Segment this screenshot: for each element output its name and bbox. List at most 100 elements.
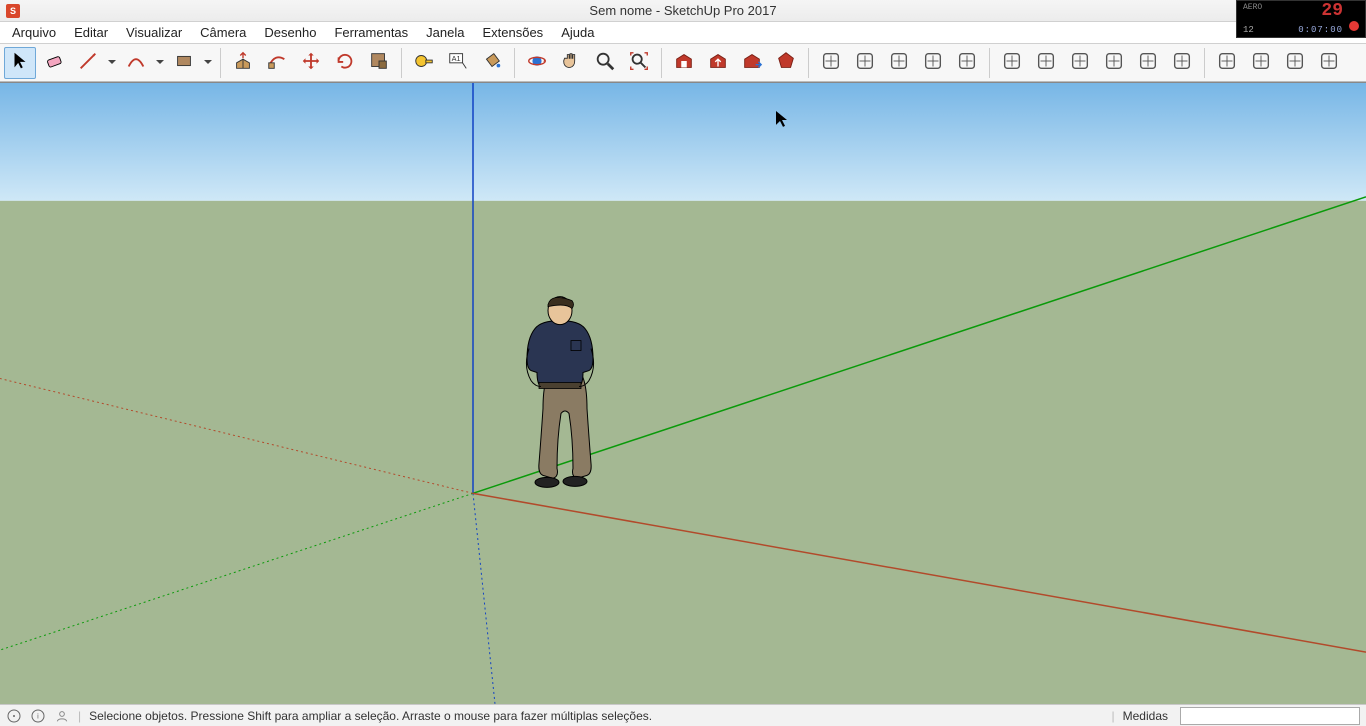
sandbox-contours-tool[interactable] <box>815 47 847 79</box>
menu-ajuda[interactable]: Ajuda <box>553 23 602 42</box>
solid-subtract-tool-icon <box>1103 50 1125 75</box>
move-tool[interactable] <box>295 47 327 79</box>
toolbar-separator <box>401 48 402 78</box>
measurements-label: Medidas <box>1123 709 1168 723</box>
move-tool-icon <box>300 50 322 75</box>
sandbox-drape-tool-icon <box>956 50 978 75</box>
paint-bucket-tool-icon <box>481 50 503 75</box>
rectangle-tool-icon <box>173 50 195 75</box>
followme-tool-icon <box>266 50 288 75</box>
arc-tool-icon <box>125 50 147 75</box>
menu-editar[interactable]: Editar <box>66 23 116 42</box>
rectangle-tool-dropdown[interactable] <box>202 47 214 79</box>
menu-desenho[interactable]: Desenho <box>256 23 324 42</box>
line-tool[interactable] <box>72 47 104 79</box>
sandbox-smoove-tool[interactable] <box>883 47 915 79</box>
solid-union-tool-icon <box>1069 50 1091 75</box>
solid-union-tool[interactable] <box>1064 47 1096 79</box>
select-tool[interactable] <box>4 47 36 79</box>
titlebar: S Sem nome - SketchUp Pro 2017 AERO 29 1… <box>0 0 1366 22</box>
menu-extensoes[interactable]: Extensões <box>474 23 551 42</box>
menu-visualizar[interactable]: Visualizar <box>118 23 190 42</box>
info-icon[interactable] <box>6 708 22 724</box>
scale-tool-icon <box>368 50 390 75</box>
followme-tool[interactable] <box>261 47 293 79</box>
extension-warehouse-tool-icon <box>741 50 763 75</box>
zoom-extents-tool[interactable] <box>623 47 655 79</box>
style-hidden-tool[interactable] <box>1313 47 1345 79</box>
warehouse-share-tool[interactable] <box>702 47 734 79</box>
rotate-tool[interactable] <box>329 47 361 79</box>
zoom-tool-icon <box>594 50 616 75</box>
status-hint: Selecione objetos. Pressione Shift para … <box>89 709 652 723</box>
rotate-tool-icon <box>334 50 356 75</box>
solid-outer-shell-tool[interactable] <box>996 47 1028 79</box>
solid-split-tool[interactable] <box>1166 47 1198 79</box>
app-icon: S <box>6 4 20 18</box>
toolbar: A1 <box>0 44 1366 82</box>
sandbox-smoove-tool-icon <box>888 50 910 75</box>
arc-tool-dropdown[interactable] <box>154 47 166 79</box>
scene-canvas <box>0 83 1366 704</box>
eraser-tool[interactable] <box>38 47 70 79</box>
orbit-tool[interactable] <box>521 47 553 79</box>
ruby-console-tool[interactable] <box>770 47 802 79</box>
sandbox-stamp-tool[interactable] <box>917 47 949 79</box>
statusbar: i | Selecione objetos. Pressione Shift p… <box>0 704 1366 726</box>
eraser-tool-icon <box>43 50 65 75</box>
warehouse-get-tool-icon <box>673 50 695 75</box>
divider: | <box>78 709 81 723</box>
svg-text:i: i <box>37 711 39 720</box>
style-wire-tool[interactable] <box>1279 47 1311 79</box>
window-title: Sem nome - SketchUp Pro 2017 <box>0 3 1366 18</box>
arc-tool[interactable] <box>120 47 152 79</box>
scale-tool[interactable] <box>363 47 395 79</box>
zoom-tool[interactable] <box>589 47 621 79</box>
divider: | <box>1112 709 1115 723</box>
solid-subtract-tool[interactable] <box>1098 47 1130 79</box>
sandbox-scratch-tool-icon <box>854 50 876 75</box>
pushpull-tool[interactable] <box>227 47 259 79</box>
sky <box>0 83 1366 201</box>
pan-tool-icon <box>560 50 582 75</box>
menu-ferramentas[interactable]: Ferramentas <box>326 23 416 42</box>
solid-outer-shell-tool-icon <box>1001 50 1023 75</box>
measurements-input[interactable] <box>1180 707 1360 725</box>
solid-trim-tool-icon <box>1137 50 1159 75</box>
user-icon[interactable] <box>54 708 70 724</box>
ruby-console-tool-icon <box>775 50 797 75</box>
menu-camera[interactable]: Câmera <box>192 23 254 42</box>
pan-tool[interactable] <box>555 47 587 79</box>
record-icon <box>1349 21 1359 31</box>
sandbox-drape-tool[interactable] <box>951 47 983 79</box>
text-label-tool[interactable]: A1 <box>442 47 474 79</box>
solid-intersect-tool-icon <box>1035 50 1057 75</box>
style-xray-tool-icon <box>1216 50 1238 75</box>
style-wire-tool-icon <box>1284 50 1306 75</box>
toolbar-separator <box>808 48 809 78</box>
line-tool-dropdown[interactable] <box>106 47 118 79</box>
solid-intersect-tool[interactable] <box>1030 47 1062 79</box>
style-backedges-tool-icon <box>1250 50 1272 75</box>
toolbar-separator <box>989 48 990 78</box>
style-hidden-tool-icon <box>1318 50 1340 75</box>
tape-measure-tool-icon <box>413 50 435 75</box>
help-icon[interactable]: i <box>30 708 46 724</box>
rectangle-tool[interactable] <box>168 47 200 79</box>
menu-arquivo[interactable]: Arquivo <box>4 23 64 42</box>
warehouse-get-tool[interactable] <box>668 47 700 79</box>
toolbar-separator <box>661 48 662 78</box>
viewport[interactable] <box>0 82 1366 704</box>
style-xray-tool[interactable] <box>1211 47 1243 79</box>
toolbar-separator <box>220 48 221 78</box>
menubar: Arquivo Editar Visualizar Câmera Desenho… <box>0 22 1366 44</box>
sandbox-contours-tool-icon <box>820 50 842 75</box>
solid-trim-tool[interactable] <box>1132 47 1164 79</box>
paint-bucket-tool[interactable] <box>476 47 508 79</box>
menu-janela[interactable]: Janela <box>418 23 472 42</box>
svg-text:A1: A1 <box>452 54 461 63</box>
sandbox-scratch-tool[interactable] <box>849 47 881 79</box>
style-backedges-tool[interactable] <box>1245 47 1277 79</box>
tape-measure-tool[interactable] <box>408 47 440 79</box>
extension-warehouse-tool[interactable] <box>736 47 768 79</box>
